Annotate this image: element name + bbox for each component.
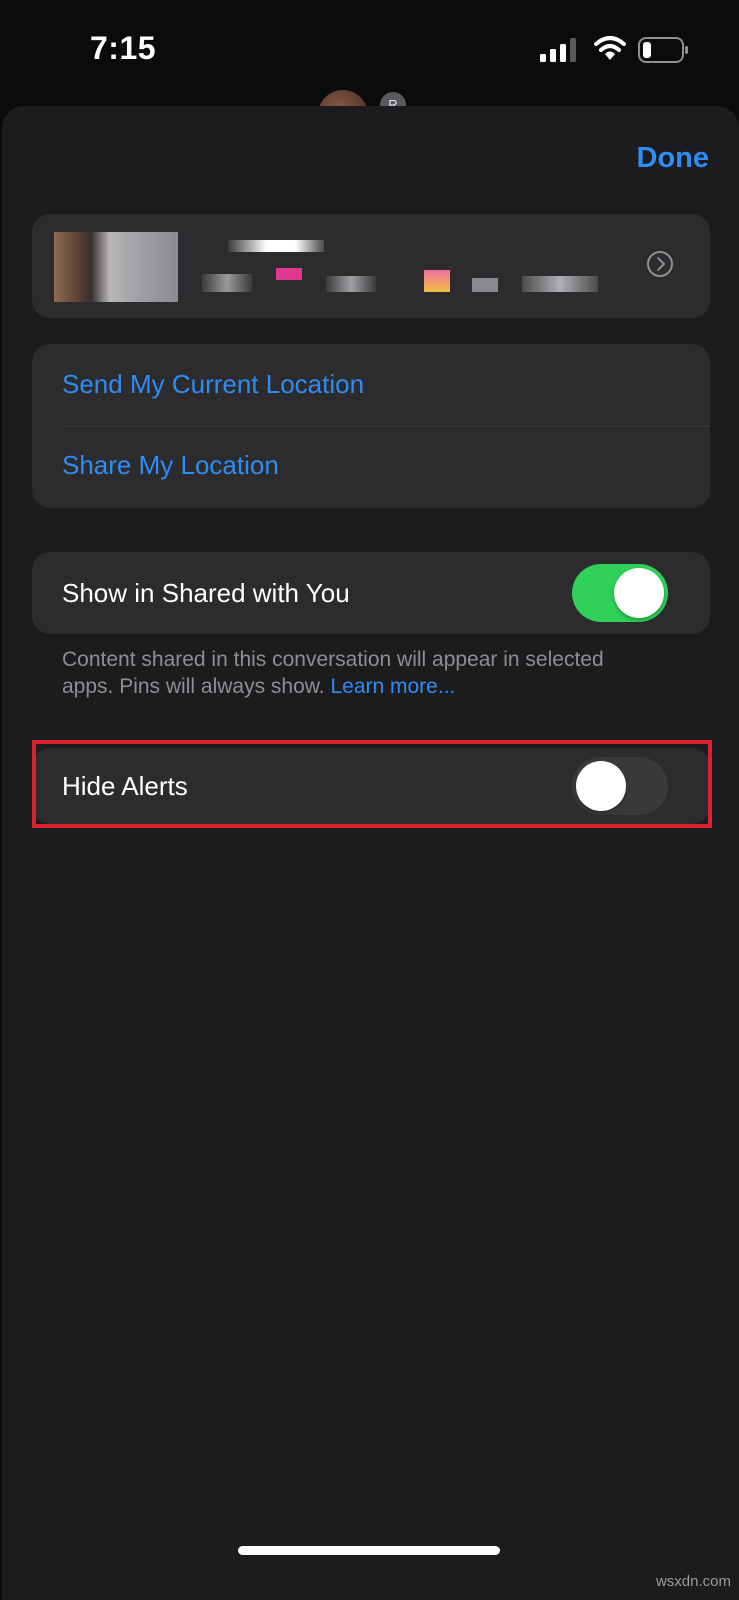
contact-name-blurred — [228, 240, 324, 252]
contact-details-blurred-2 — [276, 268, 302, 280]
toggle-knob — [614, 568, 664, 618]
cellular-signal-icon — [540, 38, 576, 62]
contact-card[interactable] — [32, 214, 710, 318]
divider — [62, 426, 710, 427]
contact-details-blurred-1 — [202, 274, 252, 292]
contact-details-blurred-5 — [472, 278, 498, 292]
chevron-right-circle-icon[interactable] — [646, 250, 674, 278]
highlight-frame — [32, 740, 712, 828]
watermark: wsxdn.com — [655, 1573, 731, 1590]
status-time: 7:15 — [90, 30, 157, 66]
shared-with-you-toggle[interactable] — [572, 564, 668, 622]
status-bar: 7:15 — [0, 0, 739, 100]
share-location-button[interactable]: Share My Location — [62, 450, 279, 481]
learn-more-link[interactable]: Learn more... — [330, 675, 455, 698]
details-sheet: Done Send My Current Location Share My L… — [2, 106, 739, 1600]
contact-photo-blurred — [54, 232, 178, 302]
battery-icon — [638, 37, 688, 63]
location-card: Send My Current Location Share My Locati… — [32, 344, 710, 508]
contact-details-blurred-4 — [424, 270, 450, 292]
contact-details-blurred-6 — [522, 276, 598, 292]
shared-with-you-row: Show in Shared with You — [32, 552, 710, 634]
send-current-location-button[interactable]: Send My Current Location — [62, 369, 364, 400]
contact-details-blurred-3 — [326, 276, 376, 292]
done-button[interactable]: Done — [637, 142, 710, 175]
wifi-icon — [594, 36, 626, 60]
shared-with-you-label: Show in Shared with You — [62, 578, 350, 608]
home-indicator[interactable] — [238, 1546, 500, 1555]
shared-with-you-note: Content shared in this conversation will… — [62, 646, 622, 700]
